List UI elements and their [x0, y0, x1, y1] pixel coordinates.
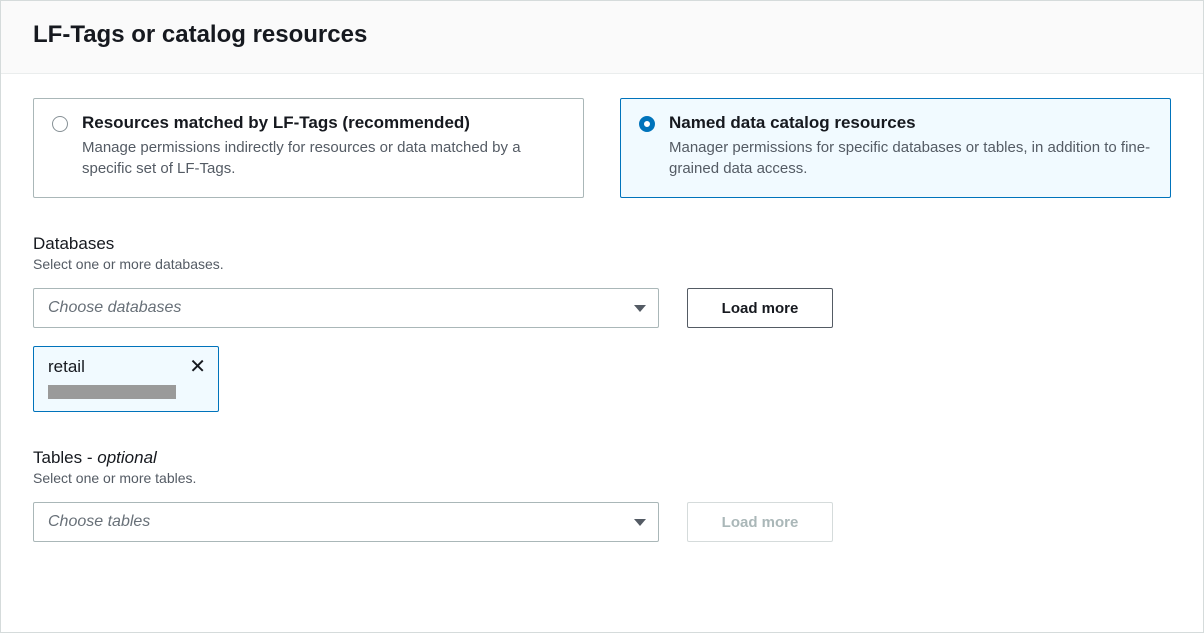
button-label: Load more	[722, 514, 799, 531]
tables-input-row: Choose tables Load more	[33, 502, 1171, 542]
chevron-down-icon	[634, 305, 646, 312]
tables-load-more-button[interactable]: Load more	[687, 502, 833, 542]
databases-select[interactable]: Choose databases	[33, 288, 659, 328]
database-chip-retail[interactable]: retail ✕	[33, 346, 219, 412]
tables-select[interactable]: Choose tables	[33, 502, 659, 542]
tables-placeholder: Choose tables	[48, 513, 150, 531]
tables-label: Tables - optional	[33, 448, 1171, 468]
lftags-catalog-panel: LF-Tags or catalog resources Resources m…	[0, 0, 1204, 633]
chevron-down-icon	[634, 519, 646, 526]
databases-label: Databases	[33, 234, 1171, 254]
radio-named-desc: Manager permissions for specific databas…	[669, 137, 1152, 179]
radio-text: Named data catalog resources Manager per…	[669, 113, 1152, 179]
databases-input-row: Choose databases Load more	[33, 288, 1171, 328]
panel-header: LF-Tags or catalog resources	[1, 1, 1203, 74]
panel-title: LF-Tags or catalog resources	[33, 21, 1171, 49]
radio-lftags-desc: Manage permissions indirectly for resour…	[82, 137, 565, 179]
tables-sublabel: Select one or more tables.	[33, 470, 1171, 486]
radio-lftags[interactable]: Resources matched by LF-Tags (recommende…	[33, 98, 584, 198]
button-label: Load more	[722, 300, 799, 317]
close-icon[interactable]: ✕	[189, 357, 206, 377]
radio-lftags-title: Resources matched by LF-Tags (recommende…	[82, 113, 565, 133]
resource-type-radio-group: Resources matched by LF-Tags (recommende…	[33, 98, 1171, 198]
tables-label-optional: optional	[97, 448, 157, 467]
tables-label-main: Tables -	[33, 448, 97, 467]
tables-section: Tables - optional Select one or more tab…	[33, 448, 1171, 542]
databases-section: Databases Select one or more databases. …	[33, 234, 1171, 412]
databases-sublabel: Select one or more databases.	[33, 256, 1171, 272]
chip-redacted-bar	[48, 385, 176, 399]
databases-load-more-button[interactable]: Load more	[687, 288, 833, 328]
chip-label: retail	[48, 357, 85, 377]
radio-icon	[52, 116, 68, 132]
databases-placeholder: Choose databases	[48, 299, 181, 317]
radio-text: Resources matched by LF-Tags (recommende…	[82, 113, 565, 179]
radio-icon	[639, 116, 655, 132]
panel-body: Resources matched by LF-Tags (recommende…	[1, 74, 1203, 566]
radio-named-title: Named data catalog resources	[669, 113, 1152, 133]
radio-named[interactable]: Named data catalog resources Manager per…	[620, 98, 1171, 198]
selected-databases: retail ✕	[33, 346, 1171, 412]
